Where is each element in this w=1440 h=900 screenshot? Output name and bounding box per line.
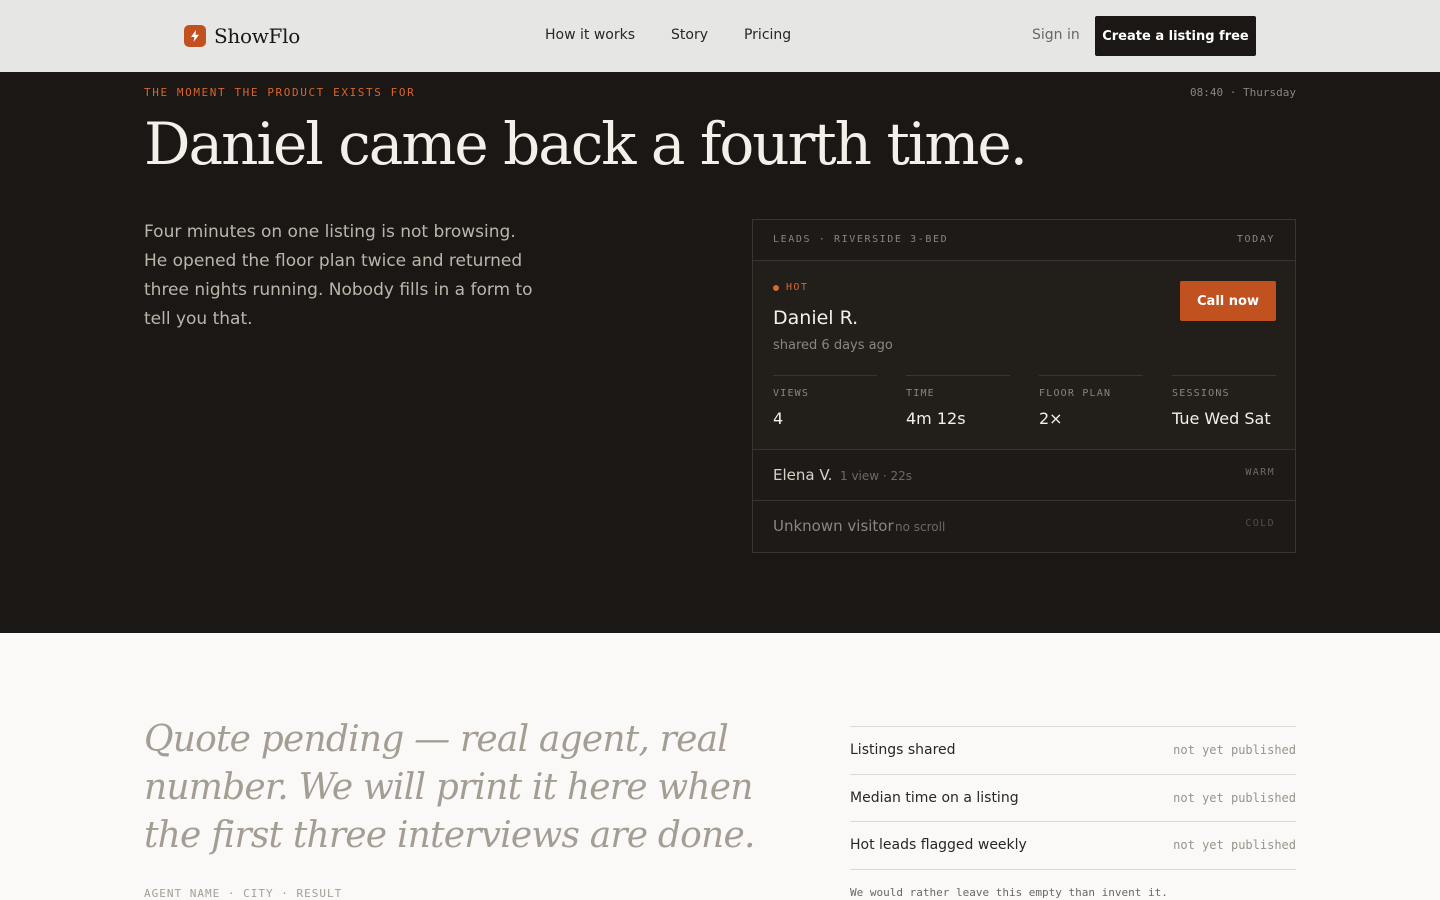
main-nav: How it works Story Pricing: [545, 27, 791, 43]
brand-logo[interactable]: ShowFlo: [184, 24, 300, 48]
hero-section: THE MOMENT THE PRODUCT EXISTS FOR 08:40 …: [0, 72, 1440, 633]
clock-readout: 08:40 · Thursday: [1190, 86, 1296, 99]
nav-link-story[interactable]: Story: [671, 27, 708, 43]
lead-row-meta: no scroll: [895, 520, 946, 534]
stat-value: 4: [773, 409, 784, 428]
stat-value: 2×: [1039, 409, 1063, 428]
hero-eyebrow: THE MOMENT THE PRODUCT EXISTS FOR: [144, 86, 416, 99]
stat-time: TIME 4m 12s: [906, 375, 1010, 428]
stat-label: FLOOR PLAN: [1039, 388, 1112, 399]
stat-value: 4m 12s: [906, 409, 966, 428]
hot-badge: HOT: [773, 282, 808, 293]
metric-row: Listings shared not yet published: [850, 727, 1296, 775]
brand-name: ShowFlo: [214, 24, 300, 48]
lead-name: Daniel R.: [773, 307, 859, 329]
lead-stats: VIEWS 4 TIME 4m 12s FLOOR PLAN 2× SESSIO…: [773, 375, 1276, 428]
metric-label: Median time on a listing: [850, 789, 1019, 806]
pending-quote: Quote pending — real agent, real number.…: [144, 719, 755, 856]
bolt-icon: [184, 25, 206, 47]
metrics-list: Listings shared not yet published Median…: [850, 726, 1296, 870]
hot-badge-label: HOT: [786, 282, 809, 293]
quote-attribution: AGENT NAME · CITY · RESULT: [144, 887, 343, 900]
leads-card-period: TODAY: [1236, 234, 1275, 245]
lead-shared-info: shared 6 days ago: [773, 338, 893, 353]
metric-row: Median time on a listing not yet publish…: [850, 775, 1296, 822]
hot-lead[interactable]: HOT Daniel R. shared 6 days ago Call now…: [753, 261, 1295, 450]
leads-card-header: LEADS · RIVERSIDE 3-BED TODAY: [753, 220, 1295, 261]
metric-label: Hot leads flagged weekly: [850, 837, 1027, 854]
create-listing-button[interactable]: Create a listing free: [1095, 16, 1256, 56]
stat-floor-plan: FLOOR PLAN 2×: [1039, 375, 1143, 428]
stat-sessions: SESSIONS Tue Wed Sat: [1172, 375, 1276, 428]
hero-headline: Daniel came back a fourth time.: [144, 110, 1028, 178]
status-dot-icon: [773, 284, 779, 291]
lead-row-cold[interactable]: Unknown visitor no scroll COLD: [753, 501, 1295, 552]
nav-link-how-it-works[interactable]: How it works: [545, 27, 635, 43]
lead-row-tag: COLD: [1245, 518, 1275, 529]
lead-row-warm[interactable]: Elena V. 1 view · 22s WARM: [753, 450, 1295, 501]
lead-row-name: Elena V.: [773, 466, 833, 484]
lead-row-meta: 1 view · 22s: [840, 469, 913, 483]
stat-label: VIEWS: [773, 388, 810, 399]
metric-value: not yet published: [1173, 790, 1296, 805]
metrics-disclaimer: We would rather leave this empty than in…: [850, 886, 1168, 899]
metric-label: Listings shared: [850, 742, 956, 759]
stat-label: TIME: [906, 388, 935, 399]
stat-label: SESSIONS: [1172, 388, 1230, 399]
nav-link-pricing[interactable]: Pricing: [744, 27, 791, 43]
lead-row-tag: WARM: [1245, 467, 1275, 478]
hero-lede: Four minutes on one listing is not brows…: [144, 222, 533, 329]
leads-card-title: LEADS · RIVERSIDE 3-BED: [773, 234, 949, 245]
stat-value: Tue Wed Sat: [1172, 409, 1271, 428]
top-nav-bar: ShowFlo How it works Story Pricing Sign …: [0, 0, 1440, 72]
stat-views: VIEWS 4: [773, 375, 877, 428]
metric-row: Hot leads flagged weekly not yet publish…: [850, 822, 1296, 870]
leads-card: LEADS · RIVERSIDE 3-BED TODAY HOT Daniel…: [752, 219, 1296, 553]
sign-in-link[interactable]: Sign in: [1032, 27, 1080, 43]
metric-value: not yet published: [1173, 743, 1296, 758]
metric-value: not yet published: [1173, 838, 1296, 853]
lead-row-name: Unknown visitor: [773, 517, 894, 535]
call-now-button[interactable]: Call now: [1180, 281, 1276, 321]
